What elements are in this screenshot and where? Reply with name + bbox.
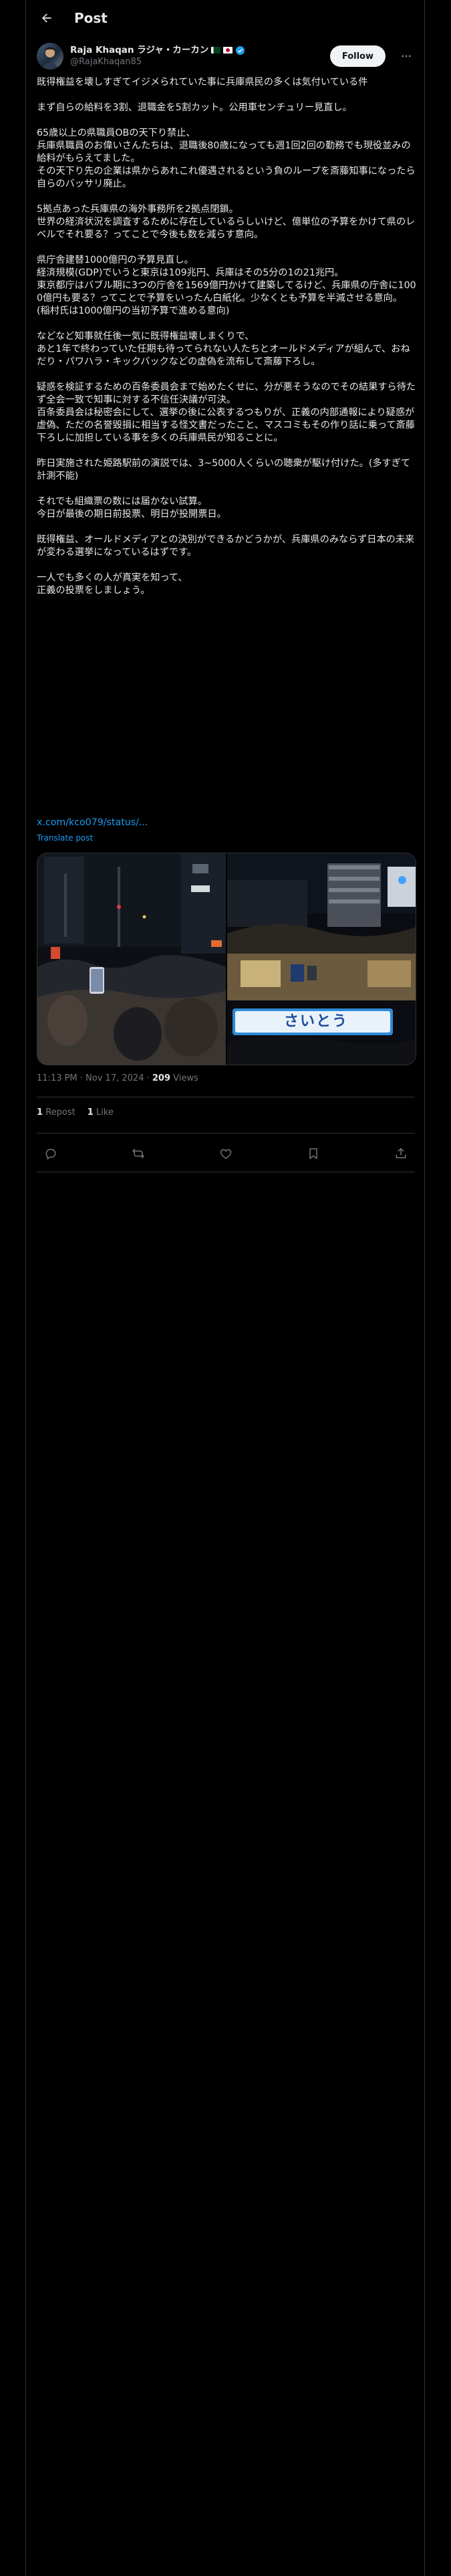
post-link[interactable]: x.com/kco079/status/... (37, 817, 148, 828)
reply-icon (45, 1149, 56, 1160)
follow-button[interactable]: Follow (329, 45, 386, 67)
views-count: 209 (152, 1073, 170, 1083)
top-bar: Post (26, 0, 426, 35)
back-arrow-icon (42, 13, 51, 23)
post-author: Raja Khaqan ラジャ・カーカン @RajaKhaqan85 Follo… (37, 41, 415, 71)
views-label: Views (173, 1073, 198, 1083)
post-column: Post Raja Khaqan ラジャ・カーカン @RajaKhaqan85 … (25, 0, 425, 2576)
reposts-count: 1 (37, 1107, 43, 1117)
avatar[interactable] (37, 43, 63, 70)
action-bar (37, 1144, 415, 1164)
post-text: 既得権益を壊しすぎてイジメられていた事に兵庫県民の多くは気付いている件 まず自ら… (37, 77, 416, 596)
reposts-label: Repost (45, 1107, 76, 1117)
campaign-sign-text: さいとう (283, 1013, 348, 1030)
more-button[interactable] (398, 48, 415, 64)
share-icon (396, 1148, 406, 1158)
photo-campaign-stage[interactable]: さいとう (227, 853, 416, 1065)
translate-post-link[interactable]: Translate post (37, 833, 93, 843)
like-icon (220, 1149, 232, 1159)
post-time[interactable]: 11:13 PM · Nov 17, 2024 (37, 1073, 144, 1083)
reposts-stat[interactable]: 1 Repost (37, 1107, 76, 1117)
engagement-stats: 1 Repost 1 Like (37, 1107, 114, 1117)
flag-pakistan-icon (211, 47, 221, 53)
likes-stat[interactable]: 1 Like (88, 1107, 114, 1117)
repost-button[interactable] (128, 1144, 148, 1164)
bookmark-icon (309, 1148, 317, 1160)
back-button[interactable] (35, 7, 58, 29)
share-button[interactable] (391, 1144, 411, 1164)
post-meta: 11:13 PM · Nov 17, 2024 · 209 Views (37, 1073, 198, 1083)
more-icon (402, 55, 411, 58)
verified-icon (236, 45, 245, 55)
page-title: Post (74, 9, 108, 26)
likes-count: 1 (87, 1107, 94, 1117)
post-media: さいとう (37, 853, 416, 1065)
like-button[interactable] (216, 1144, 236, 1164)
photo-crowd-street[interactable] (37, 853, 226, 1065)
bookmark-button[interactable] (303, 1144, 323, 1164)
repost-icon (132, 1148, 144, 1159)
author-handle[interactable]: @RajaKhaqan85 (70, 56, 245, 68)
likes-label: Like (96, 1107, 114, 1117)
reply-button[interactable] (41, 1144, 61, 1164)
divider (37, 1133, 415, 1134)
author-name[interactable]: Raja Khaqan ラジャ・カーカン (70, 44, 208, 56)
flag-japan-icon (223, 47, 233, 53)
